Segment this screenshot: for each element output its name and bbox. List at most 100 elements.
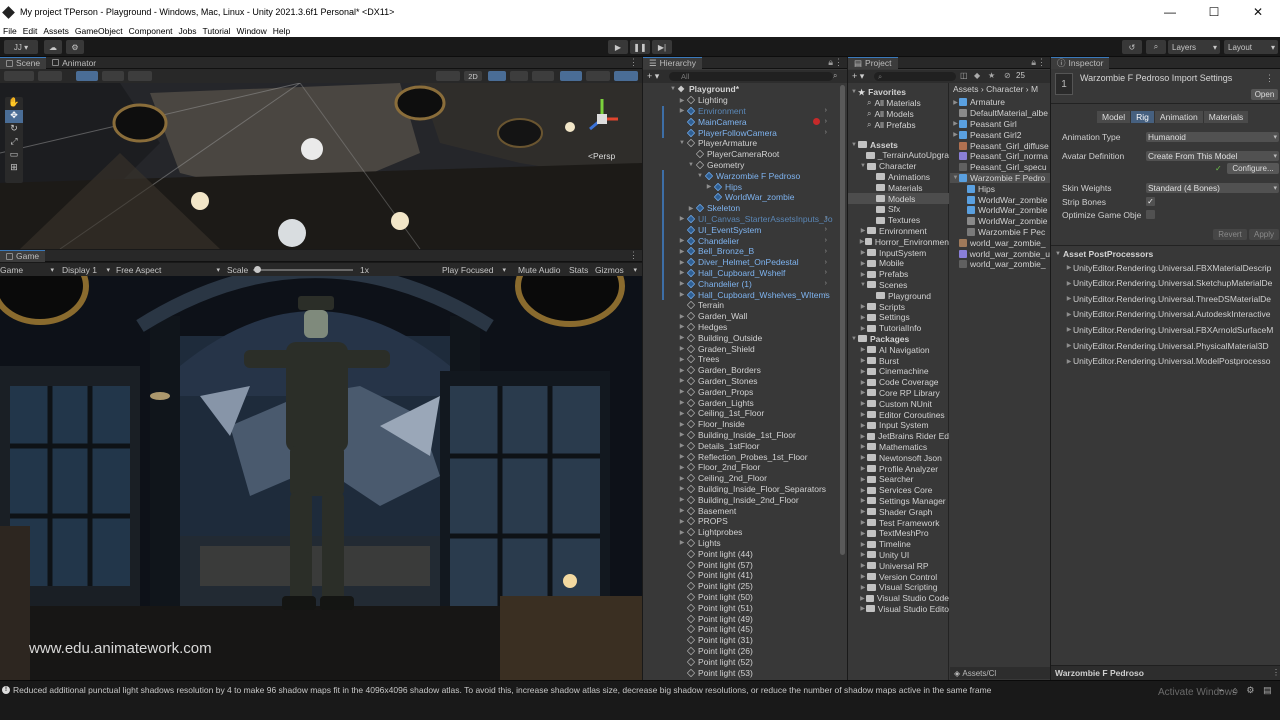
collapsed-arrow-icon[interactable]: ▶ [1065, 280, 1073, 287]
collapsed-arrow-icon[interactable]: ▶ [859, 411, 867, 418]
project-folder[interactable]: ▶ Settings [848, 312, 949, 323]
project-asset[interactable]: Peasant_Girl_specu [950, 162, 1050, 173]
project-asset[interactable]: ▶ Peasant Girl2 [950, 129, 1050, 140]
rotate-tool-icon[interactable]: ↻ [5, 123, 23, 136]
search-icon[interactable]: ⌕ [1146, 40, 1166, 54]
postprocessor-item[interactable]: ▶ UnityEditor.Rendering.Universal.Autodes… [1065, 309, 1271, 320]
project-folder[interactable]: ▶ Newtonsoft Json [848, 452, 949, 463]
hierarchy-item[interactable]: ▶ Trees [643, 354, 837, 365]
project-folder[interactable]: ▶ Profile Analyzer [848, 463, 949, 474]
open-prefab-arrow-icon[interactable]: › [825, 107, 827, 114]
project-folder[interactable]: ▶ Prefabs [848, 269, 949, 280]
grid-snap-icon[interactable] [76, 71, 98, 81]
hierarchy-item[interactable]: ▶ Lighting [643, 95, 837, 106]
expanded-arrow-icon[interactable]: ▼ [850, 142, 858, 148]
audio-toggle-icon[interactable] [510, 71, 528, 81]
aspect-dropdown[interactable]: Free Aspect ▾ [116, 263, 222, 276]
project-folder[interactable]: ▶ Custom NUnit [848, 398, 949, 409]
console-status[interactable]: ! Reduced additional punctual light shad… [0, 684, 991, 696]
collapsed-arrow-icon[interactable]: ▶ [859, 454, 867, 461]
collapsed-arrow-icon[interactable]: ▶ [678, 367, 686, 374]
project-section-header[interactable]: ▼ Assets [848, 139, 949, 150]
collapsed-arrow-icon[interactable]: ▶ [678, 388, 686, 395]
mute-audio-toggle[interactable]: Mute Audio [518, 263, 561, 276]
tab-inspector[interactable]: ⓘ Inspector [1051, 57, 1110, 69]
collapsed-arrow-icon[interactable]: ▶ [859, 357, 867, 364]
history-icon[interactable]: ↺ [1122, 40, 1142, 54]
expanded-arrow-icon[interactable]: ▼ [669, 86, 677, 92]
hierarchy-item[interactable]: Point light (50) [643, 592, 837, 603]
menu-assets[interactable]: Assets [40, 26, 72, 36]
collapsed-arrow-icon[interactable]: ▶ [678, 421, 686, 428]
revert-button[interactable]: Revert [1213, 229, 1247, 240]
collapsed-arrow-icon[interactable]: ▶ [859, 465, 867, 472]
hierarchy-item[interactable]: ▼ Warzombie F Pedroso [643, 170, 837, 182]
project-folder[interactable]: ▶ Core RP Library [848, 388, 949, 399]
project-folder[interactable]: ⌕ All Models [848, 109, 949, 120]
project-asset[interactable]: world_war_zombie_u [950, 248, 1050, 259]
postprocessor-item[interactable]: ▶ UnityEditor.Rendering.Universal.FBXArno… [1065, 324, 1274, 335]
tab-project[interactable]: ▤ Project [848, 57, 898, 69]
open-prefab-arrow-icon[interactable]: › [825, 118, 827, 125]
collapsed-arrow-icon[interactable]: ▶ [859, 551, 867, 558]
hierarchy-item[interactable]: ▶ Bell_Bronze_B › [643, 246, 837, 257]
collapsed-arrow-icon[interactable]: ▶ [678, 431, 686, 438]
collapsed-arrow-icon[interactable]: ▶ [678, 399, 686, 406]
hierarchy-item[interactable]: ▶ PROPS [643, 516, 837, 527]
asset-postprocessors-header[interactable]: ▼ Asset PostProcessors [1055, 248, 1153, 259]
hierarchy-item[interactable]: ▶ Hips [643, 181, 837, 192]
collapsed-arrow-icon[interactable]: ▶ [859, 422, 867, 429]
lighting-toggle-icon[interactable] [488, 71, 506, 81]
collapsed-arrow-icon[interactable]: ▶ [859, 443, 867, 450]
project-folder[interactable]: ▼ Scenes [848, 280, 949, 291]
expanded-arrow-icon[interactable]: ▼ [687, 162, 695, 168]
collapsed-arrow-icon[interactable]: ▶ [678, 334, 686, 341]
collapsed-arrow-icon[interactable]: ▶ [678, 237, 686, 244]
hierarchy-item[interactable]: ▶ Garden_Stones [643, 376, 837, 387]
expanded-arrow-icon[interactable]: ▼ [678, 140, 686, 146]
hierarchy-item[interactable]: ▼ PlayerArmature [643, 138, 837, 149]
orientation-gizmo-icon[interactable] [584, 93, 624, 147]
hierarchy-item[interactable]: ▶ Details_1stFloor [643, 440, 837, 451]
minimize-button[interactable]: — [1148, 0, 1192, 24]
postprocessor-item[interactable]: ▶ UnityEditor.Rendering.Universal.FBXMate… [1065, 262, 1272, 273]
hierarchy-item[interactable]: ▶ Building_Inside_2nd_Floor [643, 494, 837, 505]
configure-button[interactable]: Configure... [1227, 163, 1279, 174]
project-folder[interactable]: ⌕ All Prefabs [848, 119, 949, 130]
project-section-header[interactable]: ▼ ★ Favorites [848, 87, 949, 98]
collapsed-arrow-icon[interactable]: ▶ [1065, 326, 1073, 333]
collapsed-arrow-icon[interactable]: ▶ [859, 530, 867, 537]
hierarchy-item[interactable]: Terrain [643, 300, 837, 311]
project-folder[interactable]: ▶ Visual Studio Code [848, 593, 949, 604]
project-folder[interactable]: Animations [848, 172, 949, 183]
hierarchy-item[interactable]: ▶ Floor_2nd_Floor [643, 462, 837, 473]
scene-viewport[interactable]: ✋ ✥ ↻ ⤢ ▭ ⊞ <Persp [0, 83, 642, 249]
collapsed-arrow-icon[interactable]: ▶ [678, 485, 686, 492]
postprocessor-item[interactable]: ▶ UnityEditor.Rendering.Universal.Sketchu… [1065, 278, 1273, 289]
project-folder[interactable]: ▶ Input System [848, 420, 949, 431]
collapsed-arrow-icon[interactable]: ▶ [952, 120, 959, 127]
expanded-arrow-icon[interactable]: ▼ [859, 163, 867, 169]
postprocessor-item[interactable]: ▶ UnityEditor.Rendering.Universal.ModelPo… [1065, 356, 1271, 367]
project-folder[interactable]: ▶ Mathematics [848, 442, 949, 453]
collapsed-arrow-icon[interactable]: ▶ [859, 314, 867, 321]
breadcrumb-models[interactable]: M [1031, 84, 1038, 94]
grid-icon[interactable] [128, 71, 152, 81]
hierarchy-item[interactable]: ▶ Hall_Cupboard_Wshelf › [643, 267, 837, 279]
hierarchy-item[interactable]: Point light (53) [643, 667, 837, 678]
collapsed-arrow-icon[interactable]: ▶ [678, 496, 686, 503]
collapsed-arrow-icon[interactable]: ▶ [678, 453, 686, 460]
game-menu-icon[interactable]: ⋮ [629, 250, 638, 261]
menu-edit[interactable]: Edit [20, 26, 41, 36]
project-asset[interactable]: WorldWar_zombie [950, 205, 1050, 216]
project-folder[interactable]: ▶ Timeline [848, 539, 949, 550]
collapsed-arrow-icon[interactable]: ▶ [859, 541, 867, 548]
collapsed-arrow-icon[interactable]: ▶ [705, 183, 713, 190]
project-folder[interactable]: ▶ Editor Coroutines [848, 409, 949, 420]
search-filter-icon[interactable]: ⌕ [833, 71, 837, 81]
collapsed-arrow-icon[interactable]: ▶ [678, 518, 686, 525]
project-search-input[interactable]: ⌕ [874, 72, 956, 81]
collapsed-arrow-icon[interactable]: ▶ [678, 259, 686, 266]
project-asset[interactable]: Hips [950, 183, 1050, 194]
collapsed-arrow-icon[interactable]: ▶ [678, 345, 686, 352]
